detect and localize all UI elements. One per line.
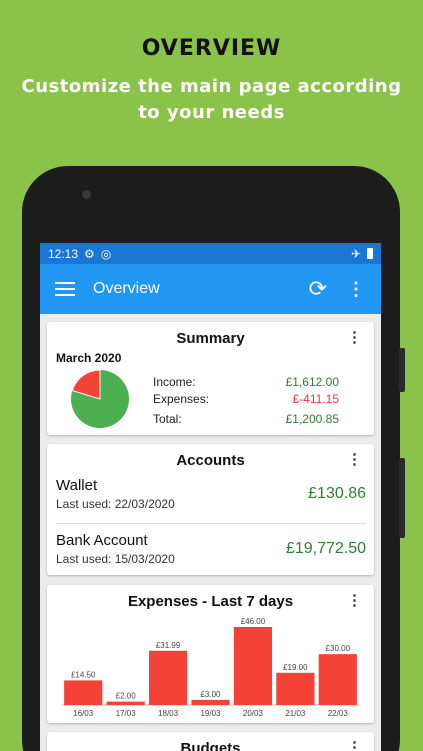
expenses-value: £-411.15 xyxy=(292,391,339,406)
phone-power-button xyxy=(399,348,405,392)
total-value: £1,200.85 xyxy=(285,411,339,426)
status-time: 12:13 xyxy=(48,246,79,261)
budgets-more-icon[interactable]: ⋮ xyxy=(347,740,362,751)
expenses-chart-card[interactable]: Expenses - Last 7 days ⋮ £14.50 16/03 £2.0… xyxy=(47,585,374,723)
expenses-label: Expenses: xyxy=(153,391,210,406)
divider xyxy=(56,523,366,524)
bar xyxy=(148,650,188,705)
bar xyxy=(106,701,145,705)
account-item[interactable]: Wallet Last used: 22/03/2020 £130.86 xyxy=(56,477,366,511)
more-vert-icon[interactable]: ⋮ xyxy=(347,279,365,300)
bar-value-label: £2.00 xyxy=(116,692,137,701)
summary-title: Summary xyxy=(176,330,245,347)
accounts-card: Accounts ⋮ Wallet Last used: 22/03/2020 … xyxy=(47,444,374,575)
summary-card[interactable]: Summary ⋮ March 2020 Income: £1,612.00 E… xyxy=(47,322,374,435)
account-item[interactable]: Bank Account Last used: 15/03/2020 £19,7… xyxy=(56,532,366,566)
bar-value-label: £46.00 xyxy=(241,617,266,626)
bar xyxy=(191,699,230,705)
bar-value-label: £30.00 xyxy=(326,644,351,653)
x-tick-label: 21/03 xyxy=(285,709,306,718)
bar-value-label: £3.00 xyxy=(200,690,221,699)
income-value: £1,612.00 xyxy=(285,374,339,389)
summary-more-icon[interactable]: ⋮ xyxy=(347,330,362,345)
bar xyxy=(233,627,273,705)
x-tick-label: 18/03 xyxy=(158,709,179,718)
bar-value-label: £31.99 xyxy=(156,641,181,650)
sync-icon[interactable]: ⟳ xyxy=(309,276,327,302)
app-screen: 12:13 ⚙ ◎ ✈ Overview ⟳ ⋮ Summary ⋮ March… xyxy=(40,243,381,751)
summary-month: March 2020 xyxy=(56,351,122,365)
toolbar-title: Overview xyxy=(93,280,160,297)
total-label: Total: xyxy=(153,411,182,426)
phone-volume-button xyxy=(399,458,405,538)
x-tick-label: 19/03 xyxy=(200,709,221,718)
promo-subtitle: Customize the main page according to you… xyxy=(21,76,402,123)
battery-icon xyxy=(367,248,373,259)
x-tick-label: 22/03 xyxy=(328,709,349,718)
accounts-more-icon[interactable]: ⋮ xyxy=(347,452,362,467)
income-label: Income: xyxy=(153,374,196,389)
gear-icon: ⚙ xyxy=(84,246,95,261)
data-saver-icon: ◎ xyxy=(100,246,112,261)
chart-more-icon[interactable]: ⋮ xyxy=(347,593,362,608)
account-balance: £130.86 xyxy=(308,485,366,502)
bar-value-label: £19.00 xyxy=(283,663,308,672)
bar xyxy=(276,672,315,705)
accounts-title: Accounts xyxy=(176,452,245,469)
budgets-title: Budgets xyxy=(180,740,241,751)
summary-pie-chart xyxy=(71,369,129,428)
airplane-icon: ✈ xyxy=(350,246,361,261)
bar xyxy=(64,680,103,705)
x-tick-label: 20/03 xyxy=(243,709,264,718)
bar-value-label: £14.50 xyxy=(71,670,96,679)
chart-title: Expenses - Last 7 days xyxy=(127,593,294,610)
x-tick-label: 17/03 xyxy=(116,709,137,718)
x-tick-label: 16/03 xyxy=(73,709,94,718)
camera-icon xyxy=(82,190,91,199)
status-bar: 12:13 ⚙ ◎ ✈ xyxy=(40,243,381,264)
budgets-card[interactable]: Budgets ⋮ xyxy=(47,732,374,751)
account-balance: £19,772.50 xyxy=(285,540,366,557)
menu-icon[interactable] xyxy=(55,282,75,296)
expenses-bar-chart: £14.50 16/03 £2.00 17/03 £31.99 18/03 £3.00 19/… xyxy=(62,617,359,718)
promo-title: OVERVIEW xyxy=(141,36,282,61)
bar xyxy=(318,654,357,705)
app-toolbar: Overview ⟳ ⋮ xyxy=(40,264,381,314)
